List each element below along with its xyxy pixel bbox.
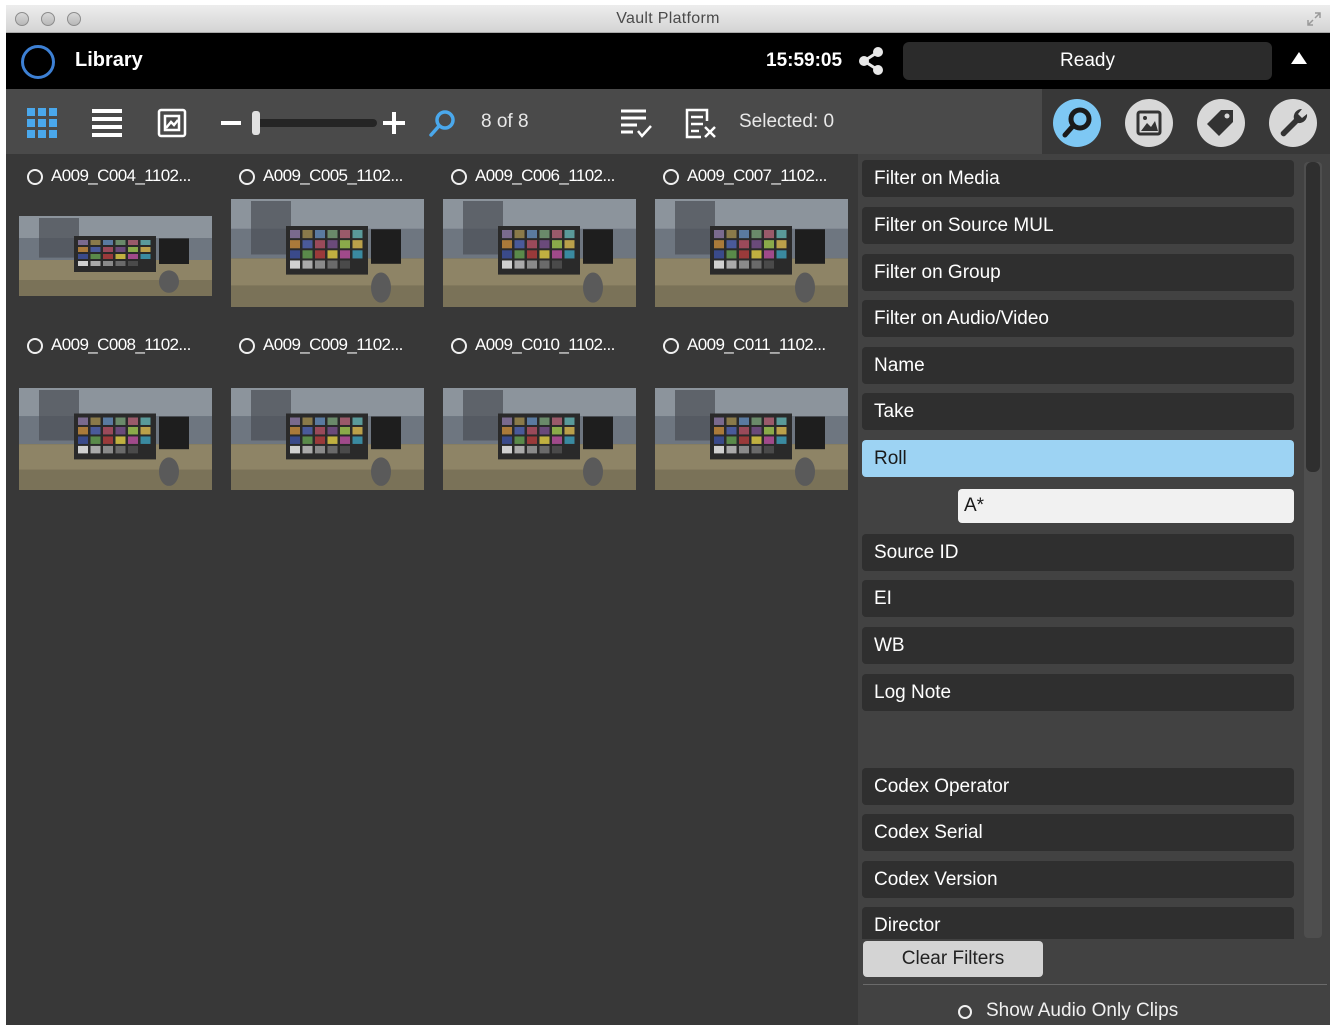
- filter-item[interactable]: Filter on Media: [862, 160, 1294, 197]
- clip-tile[interactable]: A009_C009_1102...: [231, 323, 424, 493]
- filter-scrollbar[interactable]: [1304, 162, 1322, 938]
- filter-item[interactable]: Codex Operator: [862, 768, 1294, 805]
- selected-count: Selected: 0: [739, 111, 835, 132]
- filter-item[interactable]: Name: [862, 347, 1294, 384]
- clock-display: 15:59:05: [766, 50, 843, 71]
- camera-frame-image: [443, 199, 636, 307]
- filter-item[interactable]: Log Note: [862, 674, 1294, 711]
- clip-thumbnail[interactable]: [231, 388, 424, 490]
- camera-frame-image: [443, 388, 636, 490]
- audio-only-radio[interactable]: [958, 1005, 972, 1019]
- clip-thumbnail[interactable]: [655, 199, 848, 307]
- divider: [863, 984, 1327, 985]
- clip-name: A009_C011_1102...: [687, 335, 826, 354]
- image-icon: [1136, 110, 1162, 136]
- filter-panel: Filter on Media Filter on Source MUL Filte…: [858, 154, 1330, 1025]
- tag-icon: [1207, 110, 1233, 136]
- toolbar: 8 of 8 Selected: 0: [6, 89, 1042, 154]
- clip-name: A009_C006_1102...: [475, 166, 615, 185]
- clear-selection-icon[interactable]: [685, 107, 717, 144]
- roll-filter-input[interactable]: [958, 489, 1294, 523]
- clip-tile[interactable]: A009_C006_1102...: [443, 154, 636, 324]
- audio-only-label[interactable]: Show Audio Only Clips: [986, 1000, 1178, 1022]
- settings-panel-button[interactable]: [1269, 99, 1317, 147]
- search-icon: [1062, 107, 1092, 138]
- panel-switcher: [1042, 89, 1330, 154]
- filter-item[interactable]: Codex Serial: [862, 814, 1294, 851]
- tag-panel-button[interactable]: [1197, 99, 1245, 147]
- clip-select-radio[interactable]: [239, 169, 255, 185]
- search-panel-button[interactable]: [1053, 99, 1101, 147]
- camera-frame-image: [19, 388, 212, 490]
- app-window: Vault Platform Library 15:59:05 Ready 8 …: [6, 5, 1330, 1025]
- zoom-plus-icon[interactable]: [383, 112, 405, 139]
- clip-tile[interactable]: A009_C011_1102...: [655, 323, 848, 493]
- clip-tile[interactable]: A009_C004_1102...: [19, 154, 212, 324]
- filter-list: Filter on Media Filter on Source MUL Filte…: [858, 154, 1298, 939]
- clear-filters-button[interactable]: Clear Filters: [863, 941, 1043, 977]
- clip-name: A009_C004_1102...: [51, 166, 191, 185]
- camera-frame-image: [231, 388, 424, 490]
- camera-frame-image: [19, 216, 212, 296]
- clip-thumbnail[interactable]: [231, 199, 424, 307]
- grid-view-icon[interactable]: [27, 108, 57, 143]
- clip-name: A009_C005_1102...: [263, 166, 403, 185]
- frame-view-icon[interactable]: [157, 108, 187, 143]
- page-title: Library: [75, 49, 143, 71]
- filter-item[interactable]: Source ID: [862, 534, 1294, 571]
- app-header: Library 15:59:05 Ready: [6, 33, 1330, 89]
- clip-tile[interactable]: A009_C008_1102...: [19, 323, 212, 493]
- camera-frame-image: [655, 199, 848, 307]
- scrollbar-thumb[interactable]: [1306, 162, 1320, 472]
- zoom-minus-icon[interactable]: [221, 121, 241, 125]
- filter-item[interactable]: Filter on Audio/Video: [862, 300, 1294, 337]
- list-view-icon[interactable]: [92, 109, 122, 144]
- clip-select-radio[interactable]: [451, 338, 467, 354]
- clip-thumbnail[interactable]: [443, 388, 636, 490]
- search-icon[interactable]: [427, 108, 457, 143]
- clip-tile[interactable]: A009_C010_1102...: [443, 323, 636, 493]
- clip-select-radio[interactable]: [663, 338, 679, 354]
- clip-tile[interactable]: A009_C007_1102...: [655, 154, 848, 324]
- clip-thumbnail[interactable]: [19, 216, 212, 296]
- share-icon[interactable]: [856, 46, 886, 76]
- image-panel-button[interactable]: [1125, 99, 1173, 147]
- wrench-icon: [1280, 108, 1308, 137]
- status-indicator[interactable]: Ready: [903, 42, 1272, 80]
- filter-item[interactable]: Filter on Source MUL: [862, 207, 1294, 244]
- slider-handle[interactable]: [252, 111, 260, 135]
- title-bar: Vault Platform: [6, 5, 1330, 33]
- clip-thumbnail[interactable]: [19, 388, 212, 490]
- clip-count: 8 of 8: [481, 111, 529, 132]
- clip-select-radio[interactable]: [27, 338, 43, 354]
- clip-name: A009_C009_1102...: [263, 335, 403, 354]
- thumbnail-size-slider[interactable]: [254, 119, 377, 127]
- clip-name: A009_C010_1102...: [475, 335, 615, 354]
- filter-item[interactable]: Filter on Group: [862, 254, 1294, 291]
- clip-tile[interactable]: A009_C005_1102...: [231, 154, 424, 324]
- clip-select-radio[interactable]: [27, 169, 43, 185]
- triangle-up-icon[interactable]: [1291, 52, 1307, 64]
- filter-item[interactable]: Director: [862, 907, 1294, 939]
- filter-item[interactable]: WB: [862, 627, 1294, 664]
- clip-name: A009_C008_1102...: [51, 335, 191, 354]
- window-title: Vault Platform: [616, 10, 720, 27]
- clip-name: A009_C007_1102...: [687, 166, 827, 185]
- clip-grid: A009_C004_1102... A009_C005_1102... A009…: [6, 154, 858, 1025]
- filter-item[interactable]: Codex Version: [862, 861, 1294, 898]
- select-all-icon[interactable]: [620, 107, 652, 144]
- ring-logo-icon: [21, 45, 55, 79]
- clip-select-radio[interactable]: [451, 169, 467, 185]
- clip-select-radio[interactable]: [663, 169, 679, 185]
- fullscreen-icon[interactable]: [1306, 11, 1322, 27]
- filter-item[interactable]: EI: [862, 580, 1294, 617]
- clip-select-radio[interactable]: [239, 338, 255, 354]
- clip-thumbnail[interactable]: [443, 199, 636, 307]
- camera-frame-image: [231, 199, 424, 307]
- filter-item[interactable]: Roll: [862, 440, 1294, 477]
- filter-item[interactable]: Take: [862, 393, 1294, 430]
- camera-frame-image: [655, 388, 848, 490]
- clip-thumbnail[interactable]: [655, 388, 848, 490]
